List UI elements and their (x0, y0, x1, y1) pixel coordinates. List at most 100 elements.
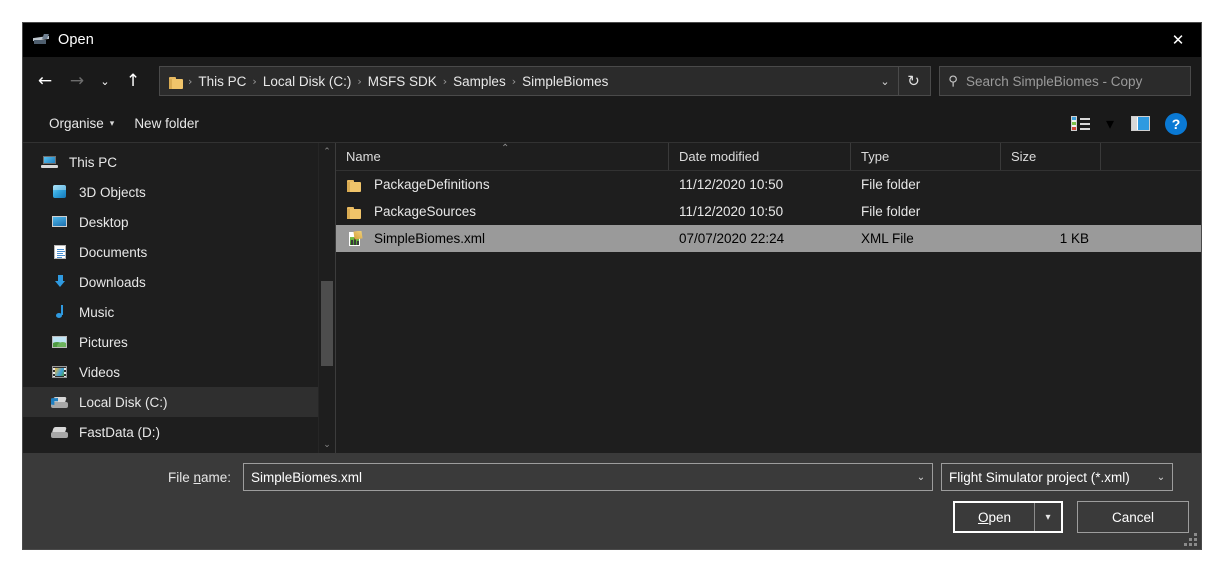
title-bar: Open ✕ (23, 23, 1201, 57)
forward-button[interactable]: → (61, 65, 93, 97)
view-options-button[interactable] (1063, 110, 1097, 138)
open-split-button[interactable]: Open ▾ (953, 501, 1063, 533)
toolbar: Organise ▾ New folder ▾ ? (23, 105, 1201, 143)
search-placeholder: Search SimpleBiomes - Copy (966, 74, 1142, 89)
sidebar-item-label: Documents (79, 245, 147, 260)
sidebar-list: This PC 3D Objects Desktop (23, 143, 335, 447)
navigation-bar: ← → ⌄ ↑ › This PC › Local Disk (C:) › MS… (23, 57, 1201, 105)
open-label-accel: O (978, 510, 989, 525)
column-header-type[interactable]: Type (851, 143, 1001, 170)
breadcrumb-item-this-pc[interactable]: This PC (193, 71, 251, 92)
breadcrumb-item-simplebiomes[interactable]: SimpleBiomes (517, 71, 613, 92)
file-name-cell: PackageSources (336, 204, 669, 220)
sort-ascending-icon: ⌃ (501, 143, 509, 154)
folder-icon (346, 177, 364, 193)
search-input[interactable]: ⚲ Search SimpleBiomes - Copy (939, 66, 1191, 96)
sidebar-item-desktop[interactable]: Desktop (23, 207, 335, 237)
open-label-rest: pen (988, 510, 1011, 525)
open-dropdown-icon[interactable]: ▾ (1035, 503, 1061, 531)
back-button[interactable]: ← (29, 65, 61, 97)
new-folder-button[interactable]: New folder (124, 111, 209, 136)
sidebar-item-this-pc[interactable]: This PC (23, 147, 335, 177)
open-button[interactable]: Open (955, 503, 1035, 531)
scrollbar-thumb[interactable] (321, 281, 333, 366)
column-label: Name (346, 149, 381, 164)
sidebar-item-label: Downloads (79, 275, 146, 290)
filename-row: File name: SimpleBiomes.xml ⌄ Flight Sim… (23, 463, 1201, 491)
sidebar-item-downloads[interactable]: Downloads (23, 267, 335, 297)
organise-button[interactable]: Organise ▾ (39, 111, 124, 136)
dialog-buttons: Open ▾ Cancel (953, 501, 1201, 533)
sidebar-item-label: 3D Objects (79, 185, 146, 200)
close-icon[interactable]: ✕ (1155, 23, 1201, 57)
dialog-footer: File name: SimpleBiomes.xml ⌄ Flight Sim… (23, 453, 1201, 549)
recent-locations-button[interactable]: ⌄ (93, 65, 117, 97)
column-label: Type (861, 149, 889, 164)
column-header-size[interactable]: Size (1001, 143, 1101, 170)
sidebar-item-pictures[interactable]: Pictures (23, 327, 335, 357)
column-label: Size (1011, 149, 1036, 164)
sidebar-item-label: Music (79, 305, 114, 320)
3d-objects-icon (51, 184, 69, 200)
this-pc-icon (41, 154, 59, 170)
breadcrumb-item-local-disk[interactable]: Local Disk (C:) (258, 71, 357, 92)
file-name: PackageSources (374, 204, 476, 219)
sidebar-item-3d-objects[interactable]: 3D Objects (23, 177, 335, 207)
toolbar-right-group: ▾ ? (1063, 110, 1193, 138)
content-area: This PC 3D Objects Desktop (23, 143, 1201, 453)
sidebar-item-label: Desktop (79, 215, 129, 230)
desktop-icon (51, 214, 69, 230)
folder-icon (168, 75, 183, 88)
pictures-icon (51, 334, 69, 350)
window-title: Open (58, 32, 94, 48)
breadcrumb: › This PC › Local Disk (C:) › MSFS SDK ›… (168, 71, 872, 92)
preview-pane-icon (1131, 116, 1150, 131)
sidebar-item-documents[interactable]: Documents (23, 237, 335, 267)
file-name-cell: SimpleBiomes.xml (336, 231, 669, 247)
organise-label: Organise (49, 116, 104, 131)
table-row[interactable]: SimpleBiomes.xml 07/07/2020 22:24 XML Fi… (336, 225, 1201, 252)
navigation-sidebar: This PC 3D Objects Desktop (23, 143, 335, 453)
chevron-down-icon[interactable]: ⌄ (910, 472, 932, 483)
folder-icon (346, 204, 364, 220)
refresh-icon[interactable]: ↻ (898, 67, 928, 95)
open-file-dialog: Open ✕ ← → ⌄ ↑ › This PC › Local Disk (C… (22, 22, 1202, 550)
view-list-icon (1071, 116, 1090, 131)
filetype-select[interactable]: Flight Simulator project (*.xml) ⌄ (941, 463, 1173, 491)
up-button[interactable]: ↑ (117, 65, 149, 97)
drive-icon (51, 424, 69, 440)
help-button[interactable]: ? (1159, 110, 1193, 138)
filename-label: File name: (23, 470, 243, 485)
file-name: PackageDefinitions (374, 177, 490, 192)
table-row[interactable]: PackageDefinitions 11/12/2020 10:50 File… (336, 171, 1201, 198)
sidebar-item-fastdata-d[interactable]: FastData (D:) (23, 417, 335, 447)
column-header-name[interactable]: Name ⌃ (336, 143, 669, 170)
breadcrumb-item-samples[interactable]: Samples (448, 71, 511, 92)
sidebar-item-music[interactable]: Music (23, 297, 335, 327)
file-name-cell: PackageDefinitions (336, 177, 669, 193)
sidebar-item-label: FastData (D:) (79, 425, 160, 440)
file-type-cell: XML File (851, 231, 1001, 246)
address-bar[interactable]: › This PC › Local Disk (C:) › MSFS SDK ›… (159, 66, 931, 96)
file-name: SimpleBiomes.xml (374, 231, 485, 246)
downloads-icon (51, 274, 69, 290)
cancel-button[interactable]: Cancel (1077, 501, 1189, 533)
view-options-dropdown[interactable]: ▾ (1099, 110, 1121, 138)
filename-input[interactable]: SimpleBiomes.xml ⌄ (243, 463, 933, 491)
column-header-date-modified[interactable]: Date modified (669, 143, 851, 170)
xml-file-icon (346, 231, 364, 247)
resize-grip[interactable] (1184, 533, 1197, 546)
sidebar-item-label: Pictures (79, 335, 128, 350)
chevron-down-icon: ▾ (110, 119, 115, 129)
chevron-down-icon[interactable]: ⌄ (872, 75, 898, 88)
preview-pane-button[interactable] (1123, 110, 1157, 138)
sidebar-item-local-disk-c[interactable]: Local Disk (C:) (23, 387, 335, 417)
sidebar-item-videos[interactable]: Videos (23, 357, 335, 387)
sidebar-scrollbar[interactable]: ⌃ ⌄ (318, 143, 335, 453)
file-size-cell: 1 KB (1001, 231, 1101, 246)
scroll-up-icon[interactable]: ⌃ (319, 143, 335, 160)
scroll-down-icon[interactable]: ⌄ (319, 436, 335, 453)
breadcrumb-item-msfs-sdk[interactable]: MSFS SDK (363, 71, 442, 92)
file-list: PackageDefinitions 11/12/2020 10:50 File… (336, 171, 1201, 252)
table-row[interactable]: PackageSources 11/12/2020 10:50 File fol… (336, 198, 1201, 225)
